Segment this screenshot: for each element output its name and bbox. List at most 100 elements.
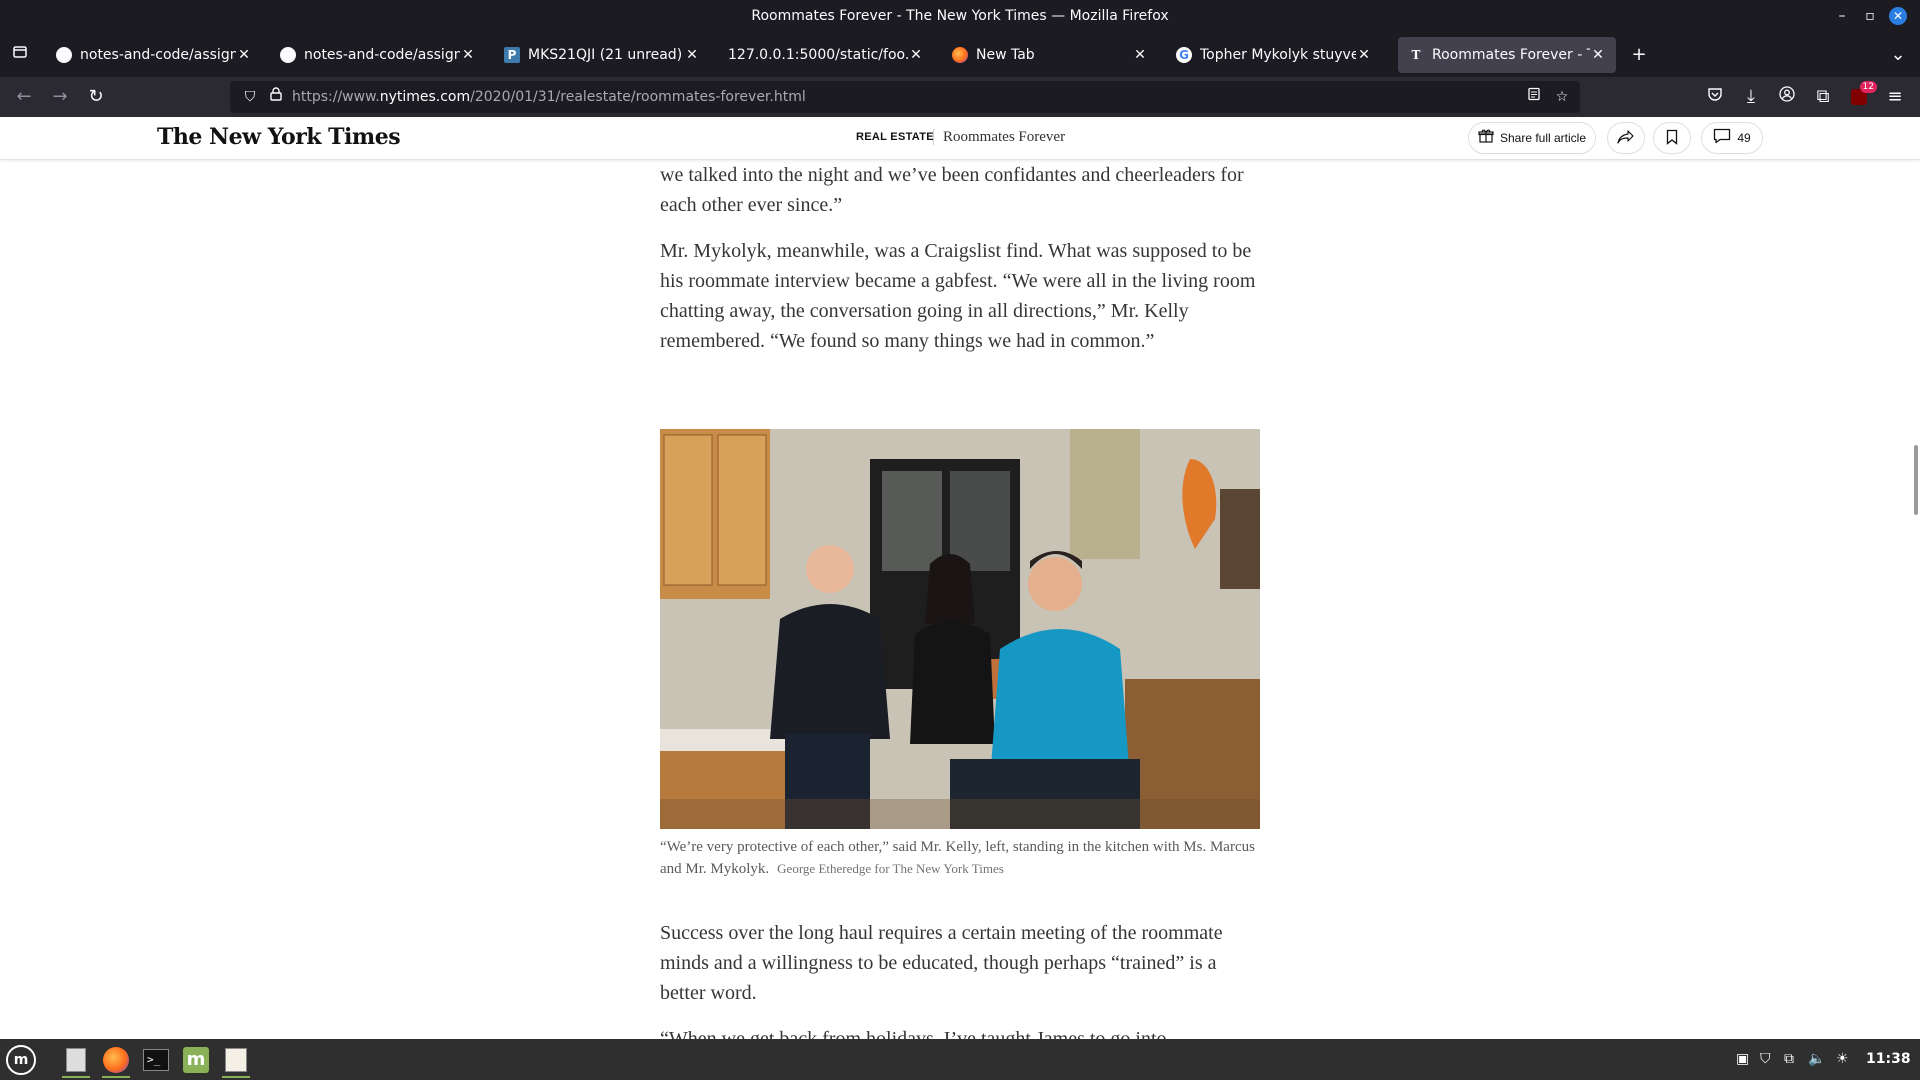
linux-mint-logo-icon: m (6, 1045, 36, 1075)
clipboard-tray-icon[interactable]: ▣ (1736, 1039, 1749, 1080)
puzzle-icon: ⧉ (1816, 86, 1830, 107)
extension-badge: 12 (1859, 81, 1877, 93)
bookmark-star-icon[interactable]: ☆ (1550, 81, 1574, 113)
pocket-button[interactable] (1699, 81, 1731, 113)
chevron-down-icon: ⌄ (1890, 44, 1906, 65)
tab-label: Topher Mykolyk stuyvesant (1200, 47, 1356, 63)
tab-close-icon[interactable]: ✕ (1132, 47, 1148, 63)
nyt-logo[interactable]: The New York Times (157, 124, 401, 150)
arrow-right-icon: → (52, 86, 68, 107)
maximize-button[interactable]: ▫ (1856, 0, 1884, 33)
tab-close-icon[interactable]: ✕ (1590, 47, 1606, 63)
forward-button[interactable]: → (44, 81, 76, 113)
comments-button[interactable]: 49 (1701, 122, 1763, 154)
brightness-tray-icon[interactable]: ☀ (1836, 1039, 1849, 1080)
firefox-view-icon (13, 46, 27, 58)
bookmark-icon (1666, 129, 1678, 148)
downloads-button[interactable]: ⤓ (1735, 81, 1767, 113)
window-titlebar: Roommates Forever - The New York Times —… (0, 0, 1920, 33)
volume-tray-icon[interactable]: 🔈 (1808, 1039, 1825, 1080)
lock-icon[interactable] (264, 81, 288, 113)
back-button[interactable]: ← (8, 81, 40, 113)
share-arrow-icon (1617, 129, 1635, 148)
article-paragraph: we talked into the night and we’ve been … (660, 164, 1244, 216)
system-taskbar: m >_ m ▣ ⛉ ⧉ 🔈 ☀ 11:38 (0, 1039, 1920, 1080)
url-text[interactable]: https://www.nytimes.com/2020/01/31/reale… (292, 81, 806, 113)
arrow-left-icon: ← (16, 86, 32, 107)
google-icon: G (1176, 47, 1192, 63)
mint-menu-button[interactable]: m (3, 1042, 39, 1078)
comment-count: 49 (1737, 131, 1751, 145)
new-tab-button[interactable]: + (1621, 37, 1657, 73)
tab-close-icon[interactable]: ✕ (908, 47, 924, 63)
tab-close-icon[interactable]: ✕ (684, 47, 700, 63)
close-window-button[interactable]: ✕ (1884, 0, 1912, 33)
download-icon: ⤓ (1747, 86, 1755, 107)
github-icon (56, 47, 72, 63)
article-photo (660, 429, 1260, 829)
share-full-article-label: Share full article (1499, 131, 1587, 145)
article-paragraph: Mr. Mykolyk, meanwhile, was a Craigslist… (660, 240, 1256, 352)
url-bar[interactable]: ⛉ https://www.nytimes.com/2020/01/31/rea… (230, 81, 1580, 113)
tab-new-tab[interactable]: New Tab ✕ (942, 37, 1158, 73)
hamburger-menu-icon: ≡ (1887, 86, 1903, 107)
firefox-view-button[interactable] (2, 37, 38, 73)
file-manager-launcher[interactable] (58, 1042, 94, 1078)
photo-credit: George Etheredge for The New York Times (777, 861, 1004, 876)
list-all-tabs-button[interactable]: ⌄ (1880, 37, 1916, 73)
firefox-launcher[interactable] (98, 1042, 134, 1078)
mint-software-launcher[interactable]: m (178, 1042, 214, 1078)
reader-view-icon[interactable] (1522, 81, 1546, 113)
terminal-icon: >_ (143, 1049, 169, 1071)
tab-close-icon[interactable]: ✕ (1356, 47, 1372, 63)
terminal-launcher[interactable]: >_ (138, 1042, 174, 1078)
nyt-icon: T (1411, 48, 1421, 62)
github-icon (280, 47, 296, 63)
reload-icon: ↻ (88, 86, 104, 107)
piazza-icon: P (504, 47, 520, 63)
tab-label: New Tab (976, 47, 1035, 63)
network-tray-icon[interactable]: ⧉ (1784, 1039, 1794, 1080)
tab-localhost[interactable]: 127.0.0.1:5000/static/foo.html ✕ (718, 37, 934, 73)
file-cabinet-icon (66, 1048, 86, 1072)
text-editor-launcher[interactable] (218, 1042, 254, 1078)
extensions-button[interactable]: ⧉ (1807, 81, 1839, 113)
share-button[interactable] (1607, 122, 1645, 154)
reload-button[interactable]: ↻ (80, 81, 112, 113)
kitchen-photo-illustration (660, 429, 1260, 829)
close-icon: ✕ (1889, 7, 1907, 25)
tab-close-icon[interactable]: ✕ (460, 47, 476, 63)
photo-caption: “We’re very protective of each other,” s… (660, 837, 1260, 880)
account-button[interactable] (1771, 81, 1803, 113)
plus-icon: + (1631, 44, 1647, 65)
ublock-extension-button[interactable]: 12 (1843, 81, 1877, 113)
divider (933, 129, 934, 145)
article-headline: Roommates Forever (943, 129, 1066, 145)
app-menu-button[interactable]: ≡ (1879, 81, 1911, 113)
url-scheme: https://www. (292, 89, 380, 105)
tab-close-icon[interactable]: ✕ (236, 47, 252, 63)
mint-green-icon: m (183, 1047, 209, 1073)
page-scrollbar-thumb[interactable] (1914, 445, 1918, 515)
minimize-button[interactable]: – (1828, 0, 1856, 33)
share-full-article-button[interactable]: Share full article (1468, 122, 1596, 154)
firefox-icon (103, 1047, 129, 1073)
tab-nytimes-active[interactable]: T Roommates Forever - The N ✕ (1398, 37, 1616, 73)
shield-icon[interactable]: ⛉ (238, 81, 262, 113)
tab-label: 127.0.0.1:5000/static/foo.html (728, 47, 908, 63)
section-label[interactable]: REAL ESTATE (856, 131, 934, 143)
article-paragraph: Success over the long haul requires a ce… (660, 922, 1223, 1004)
tab-github-1[interactable]: notes-and-code/assignment ✕ (46, 37, 262, 73)
shield-tray-icon[interactable]: ⛉ (1760, 1039, 1771, 1080)
account-icon (1779, 86, 1795, 107)
tab-piazza[interactable]: P MKS21QJI (21 unread) | Pia ✕ (494, 37, 710, 73)
gift-icon (1478, 128, 1494, 148)
comment-icon (1713, 128, 1731, 148)
tab-github-2[interactable]: notes-and-code/assignment ✕ (270, 37, 486, 73)
tab-google-search[interactable]: G Topher Mykolyk stuyvesant ✕ (1166, 37, 1382, 73)
save-article-button[interactable] (1653, 122, 1691, 154)
nyt-header: The New York Times REAL ESTATE Roommates… (0, 117, 1920, 160)
tab-label: Roommates Forever - The N (1432, 47, 1590, 63)
clock[interactable]: 11:38 (1866, 1039, 1911, 1080)
tab-strip: notes-and-code/assignment ✕ notes-and-co… (0, 33, 1920, 77)
